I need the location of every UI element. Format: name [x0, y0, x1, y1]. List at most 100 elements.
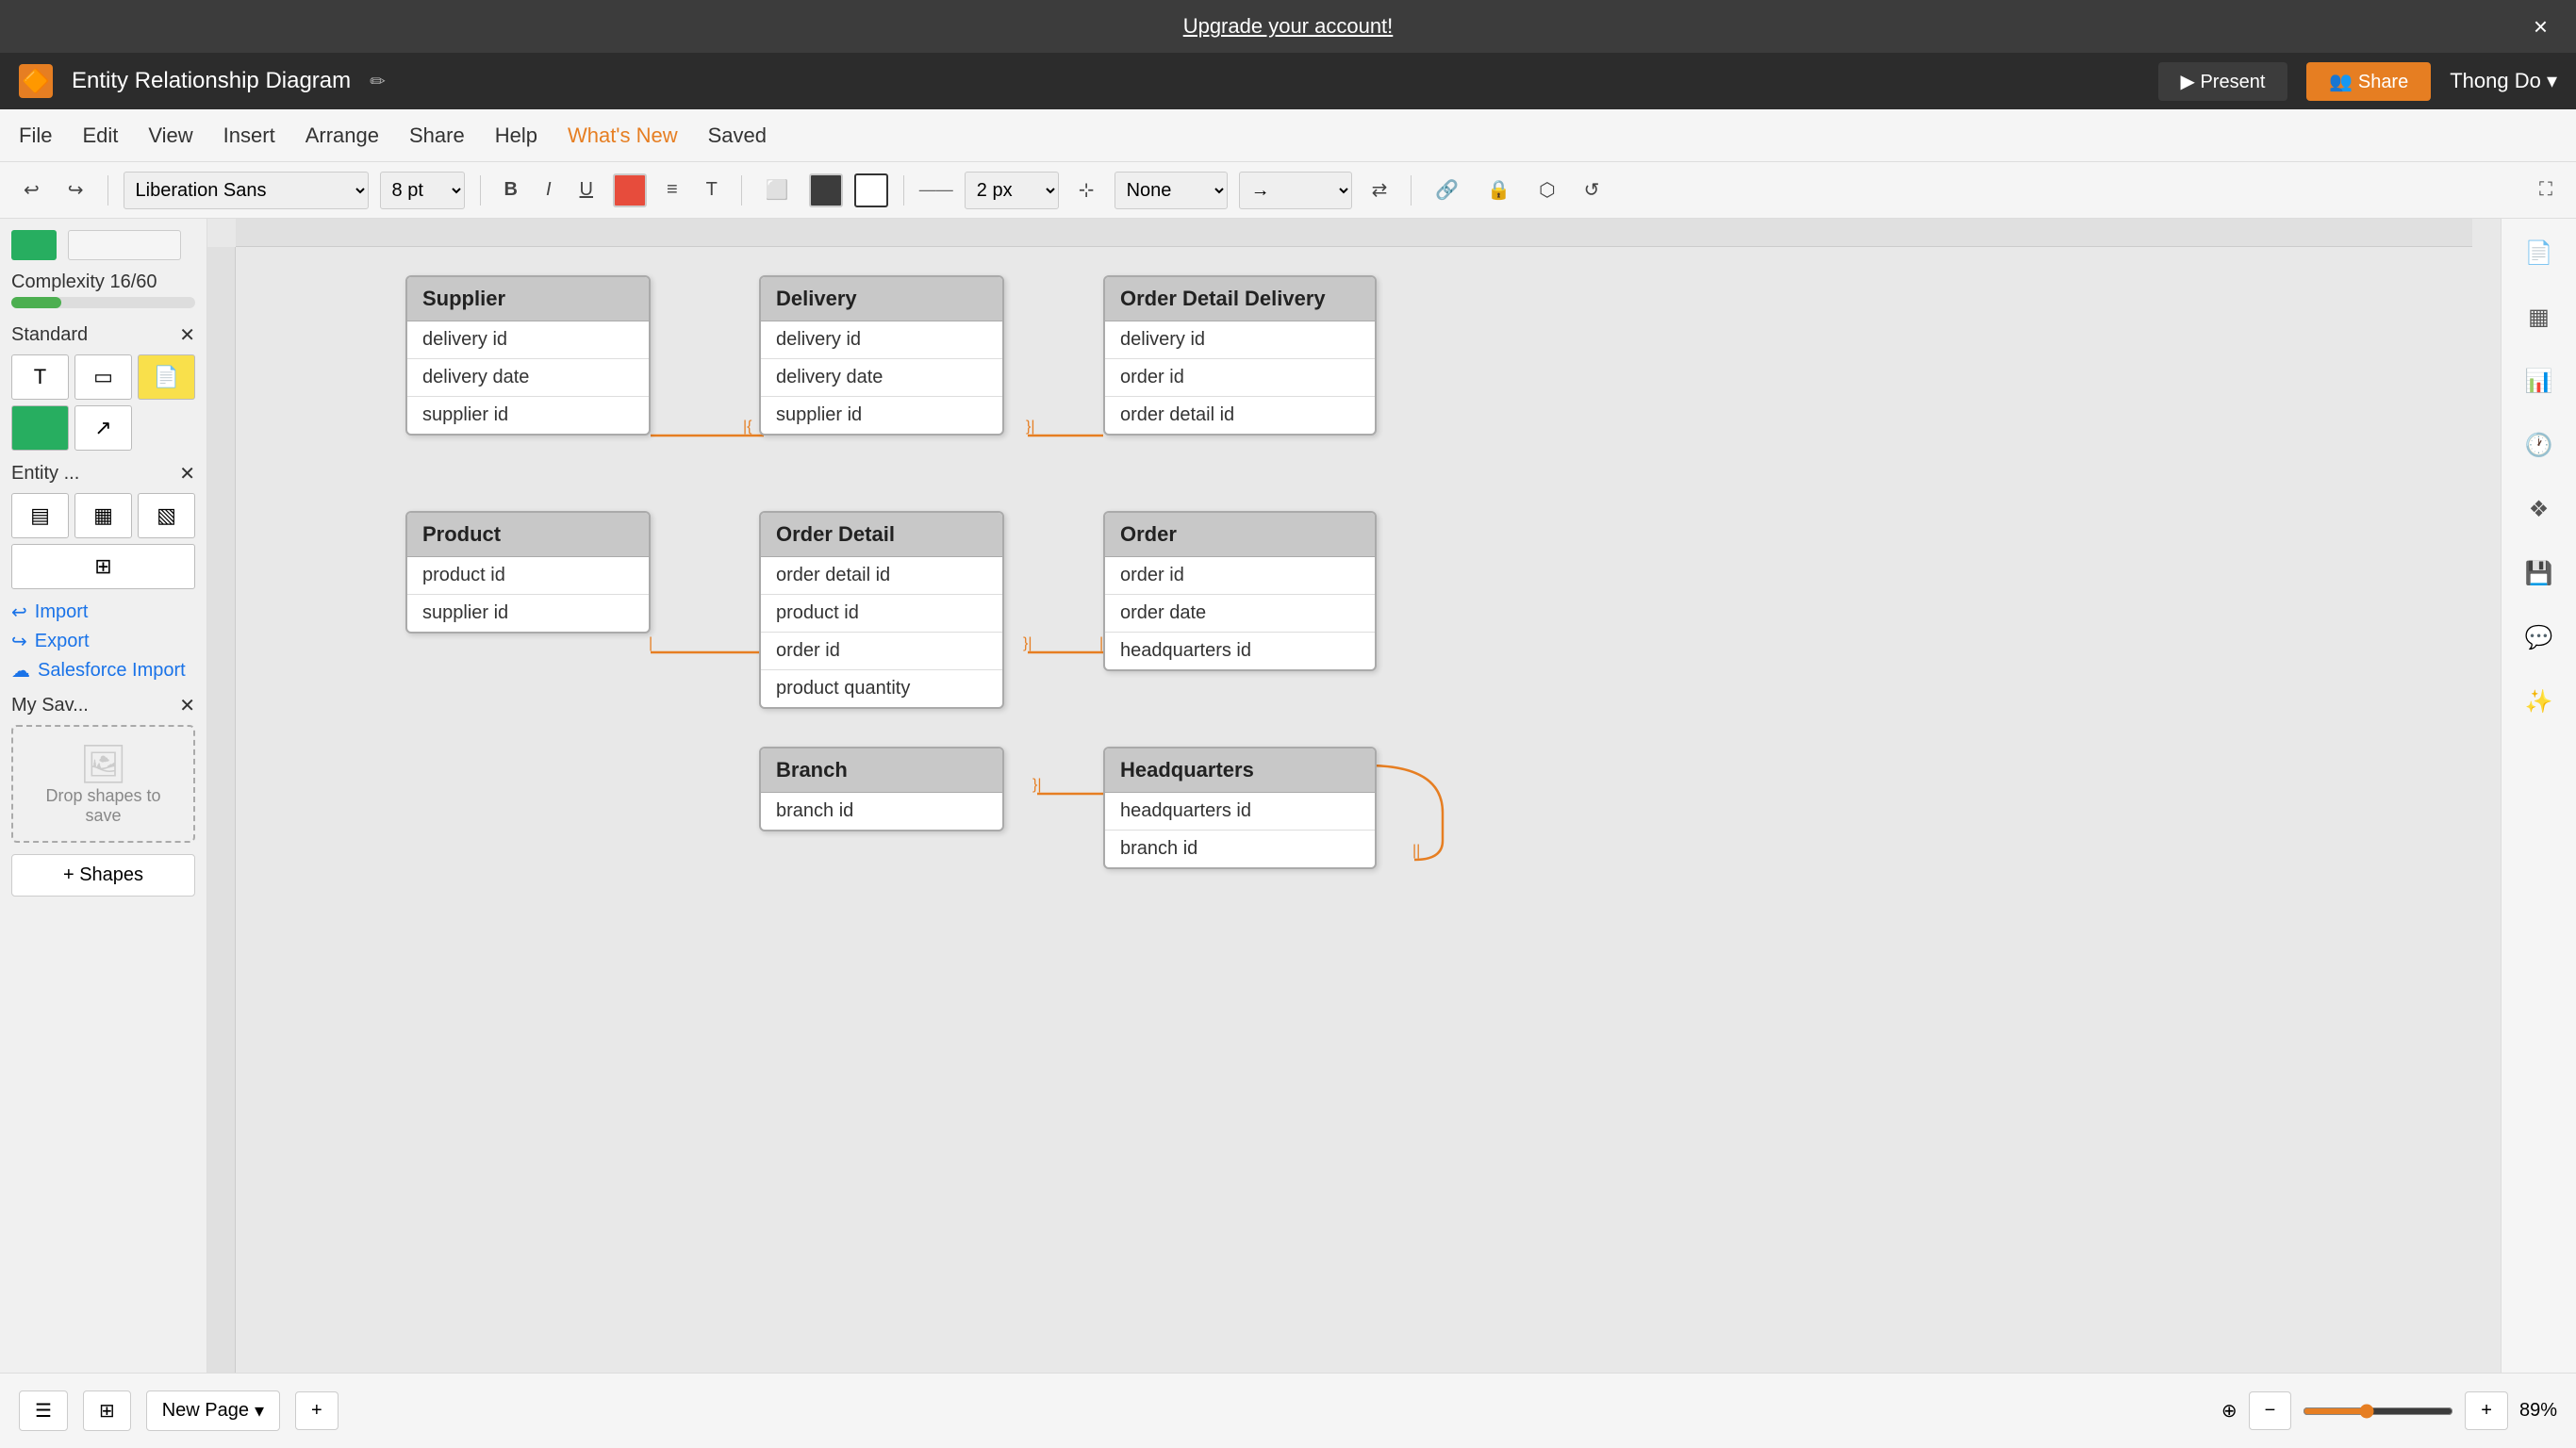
entity-order-detail-delivery[interactable]: Order Detail Delivery delivery id order … [1103, 275, 1377, 436]
entity-order-detail-delivery-field-1: delivery id [1105, 321, 1375, 359]
left-sidebar: Complexity 16/60 Standard ✕ T ▭ 📄 ↗ Enti… [0, 219, 207, 1373]
font-select[interactable]: Liberation Sans [124, 172, 369, 209]
entity-headquarters-header: Headquarters [1105, 749, 1375, 793]
entity-supplier-field-2: delivery date [407, 359, 649, 397]
import-item[interactable]: ↩ Import [11, 601, 195, 624]
text-format-button[interactable]: T [698, 174, 726, 206]
green-shape[interactable] [11, 405, 69, 451]
entity-order-field-3: headquarters id [1105, 633, 1375, 669]
drop-zone-text: Drop shapes to save [28, 786, 178, 826]
share-button[interactable]: 👥 Share [2306, 62, 2431, 101]
zoom-fit-icon[interactable]: ⊕ [2221, 1399, 2237, 1423]
export-item[interactable]: ↪ Export [11, 630, 195, 653]
entity-delivery-field-1: delivery id [761, 321, 1002, 359]
menu-insert[interactable]: Insert [223, 123, 275, 148]
bold-button[interactable]: B [496, 174, 526, 206]
italic-button[interactable]: I [537, 174, 560, 206]
text-shape[interactable]: T [11, 354, 69, 400]
entity-shape-1[interactable]: ▤ [11, 493, 69, 538]
right-icon-clock[interactable]: 🕐 [2517, 422, 2562, 468]
arrow-shape[interactable]: ↗ [74, 405, 132, 451]
color-swatch-green[interactable] [11, 230, 57, 260]
font-color-picker[interactable] [613, 173, 647, 207]
canvas-area[interactable]: |{ }| ⊁ | { }| || ⊁ || }| [207, 219, 2501, 1373]
entity-supplier-header: Supplier [407, 277, 649, 321]
edit-icon[interactable]: ✏ [370, 70, 386, 93]
right-icon-page[interactable]: 📄 [2517, 230, 2562, 275]
shape-grid-entity: ▤ ▦ ▧ ⊞ [11, 493, 195, 589]
entity-branch[interactable]: Branch branch id [759, 747, 1004, 831]
sticky-shape[interactable]: 📄 [138, 354, 195, 400]
zoom-slider[interactable] [2303, 1404, 2453, 1419]
page-dropdown-icon: ▾ [255, 1399, 264, 1423]
link-button[interactable]: 🔗 [1427, 173, 1467, 206]
entity-shape-2[interactable]: ▦ [74, 493, 132, 538]
entity-shape-3[interactable]: ▧ [138, 493, 195, 538]
waypoint-button[interactable]: ⊹ [1070, 173, 1103, 206]
shape-grid-standard: T ▭ 📄 ↗ [11, 354, 195, 451]
entity-headquarters[interactable]: Headquarters headquarters id branch id [1103, 747, 1377, 869]
entity-order-detail[interactable]: Order Detail order detail id product id … [759, 511, 1004, 709]
add-page-button[interactable]: + [295, 1391, 339, 1430]
to-front-button[interactable]: ⬡ [1530, 173, 1563, 206]
section-my-saved[interactable]: My Sav... ✕ [11, 694, 195, 717]
entity-order-field-1: order id [1105, 557, 1375, 595]
menu-whats-new[interactable]: What's New [568, 123, 678, 148]
entity-supplier[interactable]: Supplier delivery id delivery date suppl… [405, 275, 651, 436]
reverse-button[interactable]: ⇄ [1363, 173, 1396, 206]
lock-button[interactable]: 🔒 [1478, 173, 1519, 206]
diagram-canvas[interactable]: |{ }| ⊁ | { }| || ⊁ || }| [236, 247, 2501, 1373]
zoom-out-button[interactable]: − [2249, 1391, 2292, 1430]
right-icon-chat[interactable]: 💬 [2517, 615, 2562, 660]
color-swatch-light[interactable] [68, 230, 181, 260]
entity-order-detail-delivery-header: Order Detail Delivery [1105, 277, 1375, 321]
upgrade-link[interactable]: Upgrade your account! [1183, 14, 1394, 38]
align-button[interactable]: ≡ [658, 174, 686, 206]
right-icon-chart[interactable]: 📊 [2517, 358, 2562, 403]
right-icon-save[interactable]: 💾 [2517, 551, 2562, 596]
zoom-in-button[interactable]: + [2465, 1391, 2508, 1430]
rect-shape[interactable]: ▭ [74, 354, 132, 400]
list-view-button[interactable]: ☰ [19, 1390, 68, 1431]
salesforce-item[interactable]: ☁ Salesforce Import [11, 659, 195, 683]
entity-order[interactable]: Order order id order date headquarters i… [1103, 511, 1377, 671]
reset-button[interactable]: ↺ [1576, 173, 1609, 206]
right-sidebar: 📄 ▦ 📊 🕐 ❖ 💾 💬 ✨ [2501, 219, 2576, 1373]
menu-view[interactable]: View [148, 123, 192, 148]
section-standard[interactable]: Standard ✕ [11, 323, 195, 347]
new-page-button[interactable]: New Page ▾ [146, 1390, 280, 1431]
entity-shape-4[interactable]: ⊞ [11, 544, 195, 589]
entity-delivery[interactable]: Delivery delivery id delivery date suppl… [759, 275, 1004, 436]
menu-share[interactable]: Share [409, 123, 465, 148]
undo-button[interactable]: ↩ [15, 173, 48, 206]
section-entity[interactable]: Entity ... ✕ [11, 462, 195, 485]
notification-close[interactable]: × [2534, 12, 2548, 41]
drop-zone[interactable]: 🖼 Drop shapes to save [11, 725, 195, 843]
menu-saved[interactable]: Saved [708, 123, 767, 148]
shape-button[interactable]: ⬜ [757, 173, 798, 206]
grid-view-button[interactable]: ⊞ [83, 1390, 131, 1431]
right-icon-table[interactable]: ▦ [2517, 294, 2562, 339]
doc-title[interactable]: Entity Relationship Diagram [72, 68, 351, 94]
redo-button[interactable]: ↪ [59, 173, 92, 206]
arrow-style-select[interactable]: → [1239, 172, 1352, 209]
right-icon-sparkle[interactable]: ✨ [2517, 679, 2562, 724]
right-icon-layers[interactable]: ❖ [2517, 486, 2562, 532]
font-size-select[interactable]: 8 pt [380, 172, 465, 209]
connection-style-select[interactable]: None [1115, 172, 1228, 209]
menu-edit[interactable]: Edit [82, 123, 118, 148]
fill-color-picker[interactable] [809, 173, 843, 207]
line-color-picker[interactable] [854, 173, 888, 207]
user-name[interactable]: Thong Do ▾ [2450, 69, 2557, 93]
line-style-label: —— [919, 180, 953, 200]
present-button[interactable]: ▶ Present [2158, 62, 2288, 101]
menu-file[interactable]: File [19, 123, 52, 148]
shapes-button[interactable]: + Shapes [11, 854, 195, 897]
entity-product[interactable]: Product product id supplier id [405, 511, 651, 634]
toolbar-sep-5 [1411, 175, 1412, 206]
fullscreen-button[interactable]: ⛶ [2531, 174, 2561, 206]
menu-arrange[interactable]: Arrange [305, 123, 379, 148]
line-width-select[interactable]: 2 px [965, 172, 1059, 209]
underline-button[interactable]: U [571, 174, 602, 206]
menu-help[interactable]: Help [495, 123, 537, 148]
